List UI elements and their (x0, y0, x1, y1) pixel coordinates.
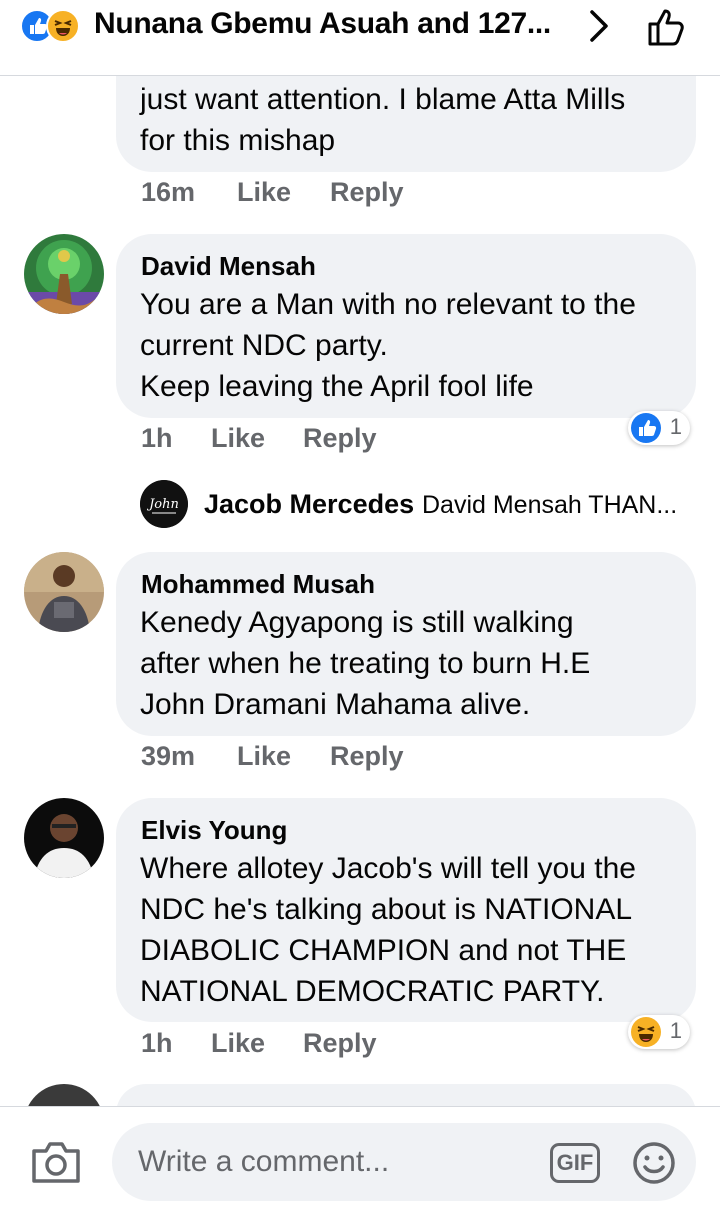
comment-composer: Write a comment... GIF (0, 1106, 720, 1211)
comment-author[interactable]: Mohammed Musah (141, 569, 375, 600)
like-button[interactable]: Like (237, 177, 291, 208)
reaction-count: 1 (669, 1018, 682, 1043)
like-button[interactable]: Like (237, 741, 291, 772)
reply-button[interactable]: Reply (303, 423, 377, 454)
avatar[interactable] (24, 798, 104, 878)
comment-author[interactable]: David Mensah (141, 251, 316, 282)
reactors-title[interactable]: Nunana Gbemu Asuah and 127... (94, 7, 551, 41)
avatar[interactable] (24, 552, 104, 632)
comment-author[interactable]: Elvis Young (141, 815, 287, 846)
chevron-right-icon[interactable] (584, 8, 614, 44)
haha-reaction-icon (46, 9, 80, 43)
like-button[interactable]: Like (211, 423, 265, 454)
reactions-summary[interactable] (20, 7, 90, 43)
emoji-icon[interactable] (632, 1141, 676, 1185)
thumbs-up-outline-icon[interactable] (645, 4, 691, 50)
reply-button[interactable]: Reply (330, 177, 404, 208)
comment-text: You are a Man with no relevant to the cu… (140, 288, 636, 403)
comment-text: Where allotey Jacob's will tell you the … (140, 852, 636, 1008)
gif-button[interactable]: GIF (550, 1143, 600, 1183)
comment-time: 1h (141, 1028, 173, 1058)
like-button[interactable]: Like (211, 1028, 265, 1059)
reply-button[interactable]: Reply (330, 741, 404, 772)
header-bar: Nunana Gbemu Asuah and 127... (0, 0, 720, 76)
reply-author[interactable]: Jacob Mercedes (204, 489, 414, 520)
comment-time: 16m (141, 177, 196, 207)
reply-button[interactable]: Reply (303, 1028, 377, 1059)
comment-time: 39m (141, 741, 196, 771)
comment-placeholder: Write a comment... (138, 1145, 390, 1178)
comment-time: 1h (141, 423, 173, 453)
comment-reaction-count[interactable]: 1 (628, 1015, 690, 1049)
avatar[interactable] (24, 234, 104, 314)
comment-text: just want attention. I blame Atta Mills … (140, 83, 626, 157)
reply-preview-text[interactable]: David Mensah THAN... (422, 491, 677, 520)
svg-text:John: John (146, 497, 179, 512)
camera-icon[interactable] (30, 1139, 82, 1185)
reaction-count: 1 (669, 414, 682, 439)
comment-text: Kenedy Agyapong is still walking after w… (140, 606, 591, 721)
comment-input[interactable]: Write a comment... GIF (112, 1123, 696, 1201)
comment-reaction-count[interactable]: 1 (628, 411, 690, 445)
haha-reaction-icon (631, 1017, 661, 1047)
like-reaction-icon (631, 413, 661, 443)
avatar[interactable]: John (140, 480, 188, 528)
